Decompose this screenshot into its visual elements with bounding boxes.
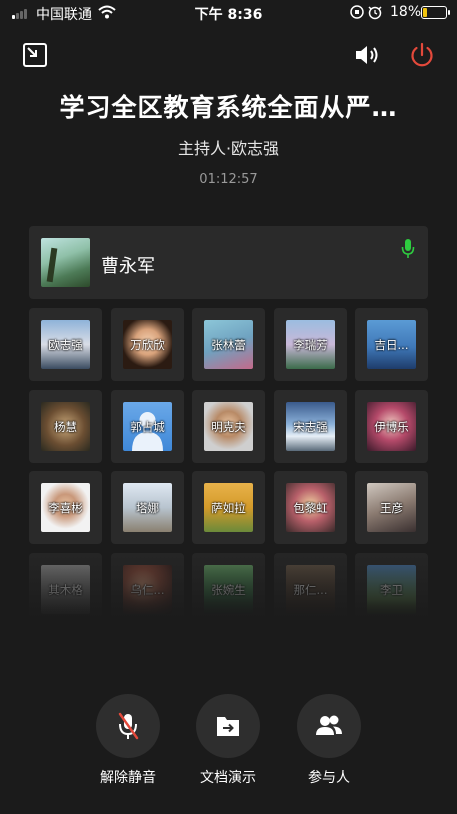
- active-speaker-card[interactable]: 曹永军: [29, 226, 428, 299]
- participant-name: 郭占城: [130, 420, 165, 434]
- participant-name: 萨如拉: [211, 501, 246, 515]
- participants-button[interactable]: 参与人: [279, 694, 379, 787]
- meeting-host: 主持人·欧志强: [177, 139, 280, 158]
- participants-label: 参与人: [308, 770, 350, 786]
- participants-icon: [316, 715, 342, 735]
- participant-grid: 欧志强 万欣欣 张林蕾 李瑞芳 吉日... 杨慧 郭占城 明克夫 宋志强 伊博乐李喜彬 塔娜 萨如拉 包…: [29, 308, 429, 618]
- participant-tile[interactable]: 明克夫: [192, 390, 265, 463]
- participant-tile[interactable]: 张婉生: [192, 553, 265, 618]
- speaker-icon[interactable]: [353, 42, 383, 68]
- participant-tile[interactable]: 塔娜: [111, 471, 184, 544]
- minimize-window-icon[interactable]: [22, 42, 48, 68]
- participant-tile[interactable]: 李卫: [355, 553, 428, 618]
- participant-name: 宋志强: [293, 420, 328, 434]
- participant-name: 欧志强: [48, 338, 83, 352]
- participant-tile[interactable]: 乌仁...: [111, 553, 184, 618]
- participant-name: 李瑞芳: [293, 338, 328, 352]
- unmute-button[interactable]: 解除静音: [78, 694, 178, 787]
- unmute-label: 解除静音: [100, 770, 156, 786]
- participant-name: 杨慧: [54, 420, 77, 434]
- document-share-label: 文档演示: [200, 770, 256, 786]
- microphone-active-icon: [401, 239, 415, 258]
- participant-name: 明克夫: [211, 420, 246, 434]
- participant-name: 张林蕾: [211, 338, 246, 352]
- participant-tile[interactable]: 吉日...: [355, 308, 428, 381]
- participant-name: 伊博乐: [374, 420, 409, 434]
- participant-tile[interactable]: 李瑞芳: [274, 308, 347, 381]
- participant-name: 塔娜: [136, 501, 159, 515]
- orientation-lock-icon: [350, 5, 382, 20]
- participant-name: 李卫: [380, 583, 403, 597]
- participant-name: 包黎虹: [293, 501, 328, 515]
- document-share-icon: [217, 717, 239, 736]
- participant-tile[interactable]: 欧志强: [29, 308, 102, 381]
- participant-tile[interactable]: 萨如拉: [192, 471, 265, 544]
- participant-name: 王彦: [380, 501, 403, 515]
- participant-tile[interactable]: 杨慧: [29, 390, 102, 463]
- participant-name: 吉日...: [374, 338, 409, 352]
- avatar: [41, 238, 90, 287]
- document-share-button[interactable]: 文档演示: [178, 694, 278, 787]
- status-time: 下午 8:36: [194, 7, 263, 23]
- participant-tile[interactable]: 万欣欣: [111, 308, 184, 381]
- muted-microphone-icon: [118, 712, 139, 740]
- participant-tile[interactable]: 那仁...: [274, 553, 347, 618]
- meeting-title: 学习全区教育系统全面从严…: [59, 93, 398, 122]
- participant-tile[interactable]: 宋志强: [274, 390, 347, 463]
- participant-tile[interactable]: 包黎虹: [274, 471, 347, 544]
- meeting-timer: 01:12:57: [199, 172, 258, 187]
- participant-name: 其木格: [48, 583, 83, 597]
- active-speaker-name: 曹永军: [101, 256, 155, 277]
- participant-name: 张婉生: [211, 583, 246, 597]
- participant-tile[interactable]: 伊博乐: [355, 390, 428, 463]
- participant-tile[interactable]: 王彦: [355, 471, 428, 544]
- end-meeting-power-icon[interactable]: [408, 41, 436, 69]
- status-bar: 中国联通 下午 8:36 18%: [0, 0, 457, 26]
- battery-percent: 18%: [390, 4, 422, 20]
- participant-name: 那仁...: [293, 583, 328, 597]
- participant-tile[interactable]: 郭占城: [111, 390, 184, 463]
- participant-name: 乌仁...: [130, 583, 165, 597]
- participant-tile[interactable]: 李喜彬: [29, 471, 102, 544]
- battery-icon: [421, 6, 450, 19]
- participant-tile[interactable]: 张林蕾: [192, 308, 265, 381]
- participant-name: 万欣欣: [130, 338, 165, 352]
- participant-tile[interactable]: 其木格: [29, 553, 102, 618]
- participant-name: 李喜彬: [48, 501, 83, 515]
